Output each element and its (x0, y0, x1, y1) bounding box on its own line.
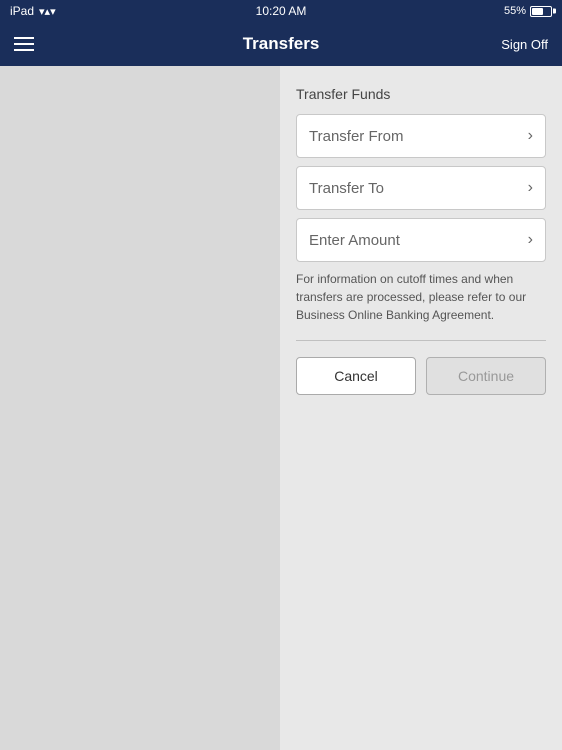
wifi-icon: ▾▴▾ (39, 5, 56, 18)
menu-button[interactable] (14, 37, 34, 51)
battery-icon (530, 6, 552, 17)
enter-amount-chevron-icon: › (528, 231, 533, 249)
transfer-from-chevron-icon: › (528, 127, 533, 145)
sidebar-space (0, 66, 280, 750)
status-bar: iPad ▾▴▾ 10:20 AM 55% (0, 0, 562, 22)
nav-bar: Transfers Sign Off (0, 22, 562, 66)
page-title: Transfers (243, 34, 320, 54)
right-panel: Transfer Funds Transfer From › Transfer … (280, 66, 562, 750)
transfer-from-field[interactable]: Transfer From › (296, 114, 546, 158)
sign-off-button[interactable]: Sign Off (501, 37, 548, 52)
status-time: 10:20 AM (256, 4, 307, 18)
status-right: 55% (504, 5, 552, 17)
main-content: Transfer Funds Transfer From › Transfer … (0, 66, 562, 750)
transfer-to-label: Transfer To (309, 180, 384, 197)
enter-amount-field[interactable]: Enter Amount › (296, 218, 546, 262)
transfer-from-label: Transfer From (309, 128, 403, 145)
info-text: For information on cutoff times and when… (296, 270, 546, 324)
divider (296, 340, 546, 341)
battery-percent: 55% (504, 5, 526, 17)
continue-button[interactable]: Continue (426, 357, 546, 395)
transfer-to-field[interactable]: Transfer To › (296, 166, 546, 210)
cancel-button[interactable]: Cancel (296, 357, 416, 395)
device-label: iPad (10, 4, 34, 18)
enter-amount-label: Enter Amount (309, 232, 400, 249)
section-title: Transfer Funds (296, 86, 546, 102)
status-left: iPad ▾▴▾ (10, 4, 56, 18)
button-row: Cancel Continue (296, 357, 546, 395)
transfer-to-chevron-icon: › (528, 179, 533, 197)
